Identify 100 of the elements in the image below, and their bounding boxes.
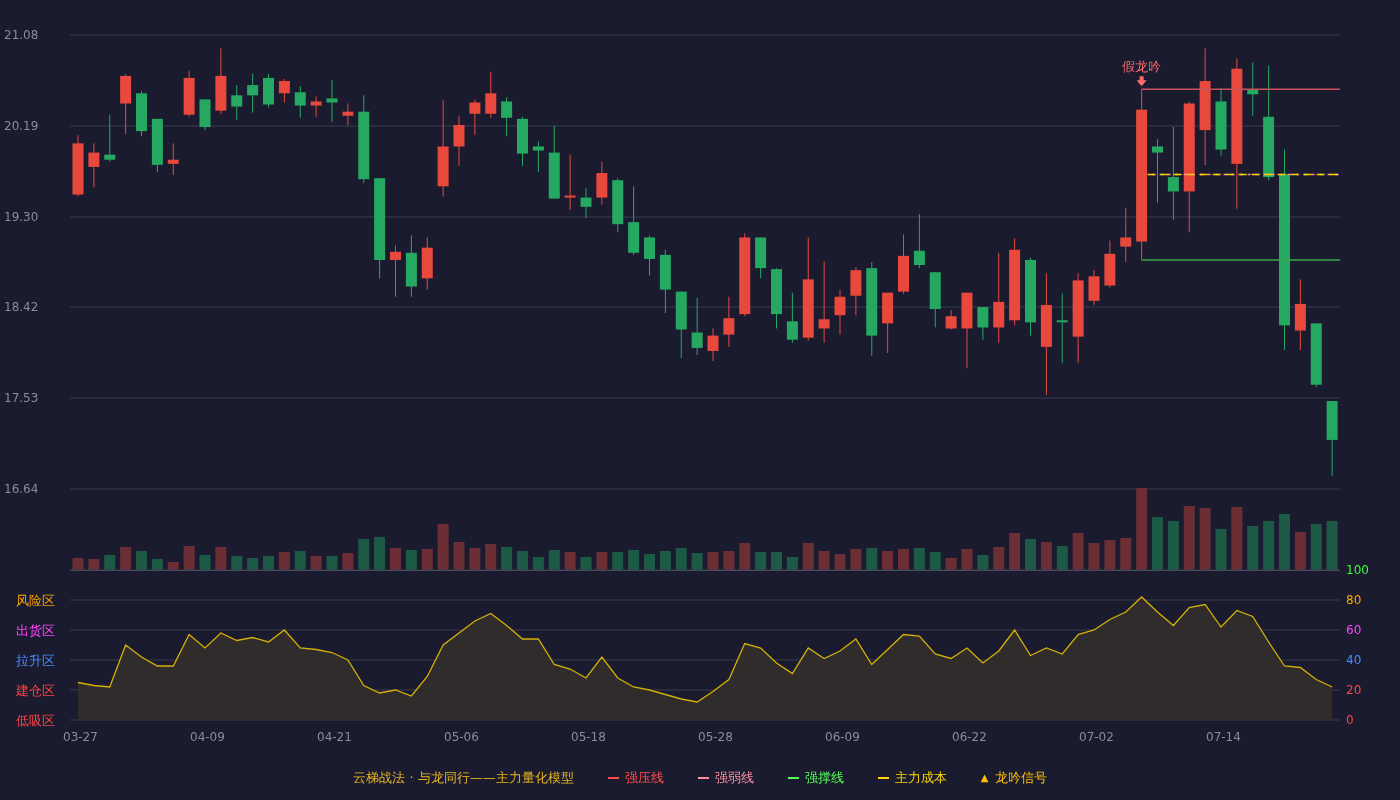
volume-bar <box>1120 538 1132 570</box>
date-label: 06-22 <box>952 730 987 744</box>
volume-bar <box>517 551 528 570</box>
volume-bar <box>374 537 386 570</box>
candlestick <box>469 98 481 136</box>
volume-bar <box>834 554 846 570</box>
candlestick <box>405 234 417 298</box>
volume-bar <box>469 548 481 570</box>
candlestick <box>183 70 195 118</box>
candlestick <box>517 116 528 167</box>
volume-bar <box>723 551 735 570</box>
volume-bar <box>421 549 433 570</box>
candlestick <box>1310 322 1322 388</box>
candlestick <box>675 291 687 359</box>
volume-bar <box>390 548 401 570</box>
volume-bar <box>691 553 703 570</box>
indicator-axis-label: 80 <box>1346 593 1362 607</box>
volume-bar <box>1183 506 1195 570</box>
volume-bar <box>532 557 544 570</box>
candlestick <box>580 187 592 219</box>
candlestick <box>278 78 290 103</box>
candlestick <box>231 84 243 121</box>
indicator-axis-label: 0 <box>1346 713 1354 727</box>
volume-bar <box>167 562 179 570</box>
volume-bar <box>818 551 830 570</box>
candlestick <box>659 249 671 314</box>
candlestick <box>945 309 957 330</box>
volume-bar <box>929 552 941 570</box>
legend-label: 强弱线 <box>714 768 754 787</box>
zone-label: 建仓区 <box>16 683 55 698</box>
indicator-axis-label: 60 <box>1346 623 1362 637</box>
date-label: 03-27 <box>63 730 98 744</box>
down-arrow-icon <box>1136 76 1147 87</box>
volume-bar <box>898 549 909 570</box>
volume-bar <box>739 543 751 570</box>
candlestick <box>596 161 608 206</box>
candlestick <box>215 47 227 115</box>
candlestick <box>247 73 259 114</box>
candlestick <box>88 142 100 188</box>
candlestick <box>771 267 782 329</box>
volume-bar <box>405 550 417 570</box>
legend-title: 云梯战法 · 与龙同行——主力量化模型 <box>353 768 574 787</box>
signal-label: 假龙吟 <box>1122 59 1162 75</box>
volume-bar <box>231 556 243 570</box>
volume-bar <box>945 558 957 570</box>
candlestick <box>136 90 147 137</box>
volume-bar <box>1167 521 1179 570</box>
volume-bar <box>263 556 274 570</box>
legend-label: 强压线 <box>624 768 664 787</box>
volume-bar <box>1310 524 1322 570</box>
volume-bar <box>1104 540 1116 570</box>
volume-bar <box>644 554 655 570</box>
volume-bar <box>612 552 624 570</box>
volume-bar <box>850 549 862 570</box>
candlestick <box>199 98 211 131</box>
volume-bar <box>1263 521 1275 570</box>
indicator-axis-label: 20 <box>1346 683 1362 697</box>
volume-bar <box>278 552 290 570</box>
volume-bar <box>342 553 354 570</box>
zone-label: 低吸区 <box>16 713 55 728</box>
volume-bar <box>1279 514 1290 570</box>
zone-label: 风险区 <box>16 593 55 608</box>
candlestick <box>104 114 116 163</box>
zone-label: 出货区 <box>16 623 55 638</box>
volume-bar <box>485 544 497 570</box>
volume-bar <box>88 559 100 570</box>
date-label: 07-02 <box>1079 730 1114 744</box>
volume-bar <box>183 546 195 570</box>
indicator-axis-label: 100 <box>1346 563 1369 577</box>
candlestick <box>167 142 179 176</box>
candlestick <box>612 177 624 233</box>
candlestick <box>898 233 909 295</box>
volume-bar <box>1326 521 1338 570</box>
volume-bar <box>580 557 592 570</box>
candlestick <box>707 327 719 362</box>
legend-label: 强撑线 <box>804 768 844 787</box>
volume-bar <box>310 556 322 570</box>
candlestick <box>263 73 274 109</box>
volume-bar <box>1025 539 1036 570</box>
candlestick <box>834 289 846 336</box>
volume-bar <box>913 548 925 570</box>
volume-bar <box>786 557 798 570</box>
candlestick <box>1056 293 1068 364</box>
volume-bar <box>453 542 465 570</box>
candlestick <box>1152 138 1163 204</box>
candlestick <box>882 292 894 354</box>
legend-label: 龙吟信号 <box>994 768 1047 787</box>
candlestick <box>691 297 703 356</box>
candlestick <box>850 266 862 316</box>
volume-bar <box>1294 532 1306 570</box>
volume-bar <box>548 550 560 570</box>
candlestick <box>786 292 798 344</box>
volume-bar <box>1247 526 1259 570</box>
candlestick <box>644 234 655 276</box>
volume-bar <box>326 556 338 570</box>
candlestick <box>1247 62 1259 117</box>
candlestick <box>120 73 132 135</box>
volume-bar <box>247 558 259 570</box>
volume-bar <box>136 551 147 570</box>
candlestick <box>294 85 306 119</box>
